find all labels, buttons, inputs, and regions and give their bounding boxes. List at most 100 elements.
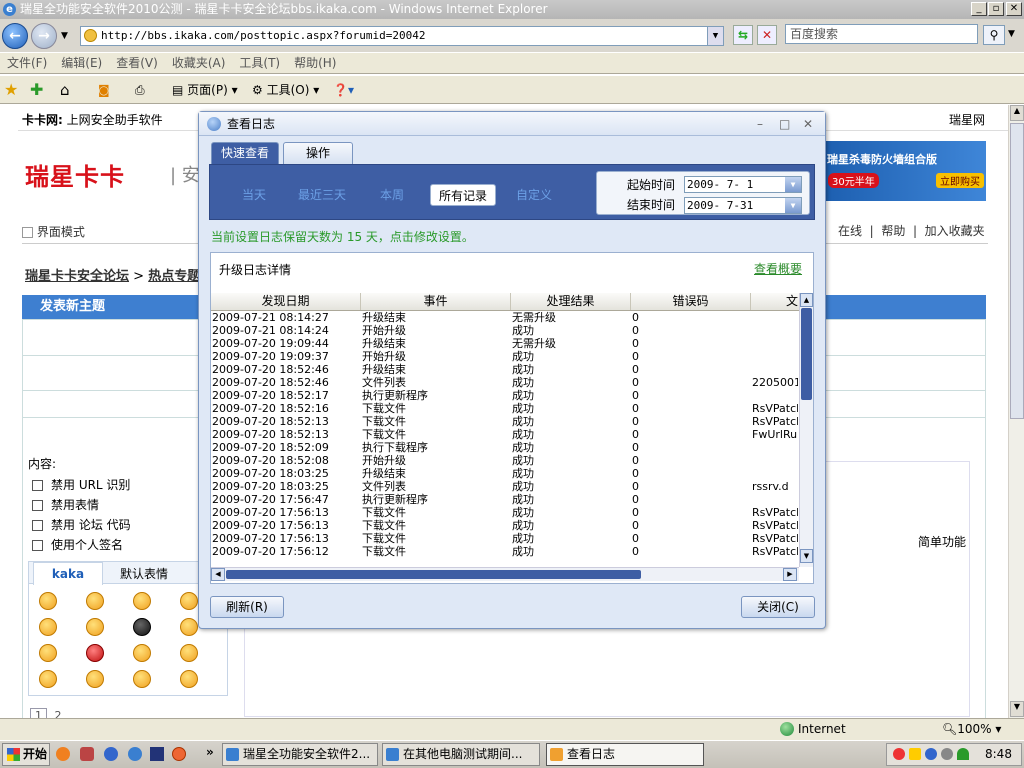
option-disable-code[interactable]: 禁用 论坛 代码 <box>32 515 131 535</box>
emoji-icon[interactable] <box>180 670 198 688</box>
dialog-minimize-icon[interactable]: – <box>757 112 763 136</box>
forward-button[interactable]: → <box>31 23 57 49</box>
site-logo[interactable]: 瑞星卡卡 <box>25 157 125 192</box>
emoji-icon[interactable] <box>39 670 57 688</box>
quicklaunch-icon[interactable] <box>104 747 118 761</box>
start-date-picker[interactable]: 2009- 7- 1 ▼ <box>684 176 802 193</box>
chevron-down-icon[interactable]: ▼ <box>785 198 801 213</box>
table-row[interactable]: 2009-07-20 18:52:46 升级结束 成功 0 <box>211 363 799 376</box>
tray-icon[interactable] <box>941 748 953 760</box>
emoji-icon[interactable] <box>86 618 104 636</box>
col-result[interactable]: 处理结果 <box>511 293 631 310</box>
restore-button[interactable]: ▫ <box>988 2 1004 16</box>
col-error-code[interactable]: 错误码 <box>631 293 751 310</box>
scroll-right-icon[interactable]: ▶ <box>783 568 797 581</box>
dialog-maximize-icon[interactable]: □ <box>779 112 790 136</box>
nav-add-favorite[interactable]: 加入收藏夹 <box>925 224 985 238</box>
table-row[interactable]: 2009-07-21 08:14:24 开始升级 成功 0 <box>211 324 799 337</box>
emoji-icon[interactable] <box>86 592 104 610</box>
table-row[interactable]: 2009-07-20 18:52:46 文件列表 成功 0 22050018 <box>211 376 799 389</box>
scroll-down-icon[interactable]: ▼ <box>1010 701 1024 717</box>
task-ie-test[interactable]: 在其他电脑测试期间... <box>382 743 540 766</box>
scroll-thumb[interactable] <box>1010 123 1024 419</box>
home-icon[interactable]: ⌂ <box>60 80 70 100</box>
table-row[interactable]: 2009-07-20 17:56:47 执行更新程序 成功 0 <box>211 493 799 506</box>
table-row[interactable]: 2009-07-20 18:52:09 执行下载程序 成功 0 <box>211 441 799 454</box>
emoji-icon[interactable] <box>86 644 104 662</box>
security-zone[interactable]: Internet <box>798 722 846 736</box>
tray-icon[interactable] <box>893 748 905 760</box>
quicklaunch-icon[interactable] <box>172 747 186 761</box>
quicklaunch-icon[interactable] <box>150 747 164 761</box>
breadcrumb-forum[interactable]: 瑞星卡卡安全论坛 <box>25 269 129 284</box>
print-icon[interactable]: ⎙ <box>135 80 145 100</box>
dialog-close-icon[interactable]: ✕ <box>803 112 813 136</box>
filter-last-3-days[interactable]: 最近三天 <box>290 184 354 206</box>
col-file[interactable]: 文 <box>751 293 801 310</box>
filter-custom[interactable]: 自定义 <box>508 184 560 206</box>
table-row[interactable]: 2009-07-20 18:52:13 下载文件 成功 0 RsVPatcl <box>211 415 799 428</box>
quicklaunch-icon[interactable] <box>56 747 70 761</box>
table-row[interactable]: 2009-07-20 18:52:13 下载文件 成功 0 FwUrlRu <box>211 428 799 441</box>
table-scroll-thumb[interactable] <box>801 308 812 400</box>
emoji-icon[interactable] <box>133 670 151 688</box>
interface-mode[interactable]: 界面模式 <box>22 223 85 240</box>
table-row[interactable]: 2009-07-20 17:56:13 下载文件 成功 0 RsVPatcl <box>211 532 799 545</box>
table-row[interactable]: 2009-07-20 18:52:16 下载文件 成功 0 RsVPatcl <box>211 402 799 415</box>
search-options-icon[interactable]: ▼ <box>1008 29 1015 39</box>
quicklaunch-icon[interactable] <box>80 747 94 761</box>
table-row[interactable]: 2009-07-20 19:09:37 开始升级 成功 0 <box>211 350 799 363</box>
view-summary-link[interactable]: 查看概要 <box>754 260 802 277</box>
tools-menu[interactable]: ⚙ 工具(O) ▾ <box>252 80 319 100</box>
tab-operations[interactable]: 操作 <box>283 142 353 164</box>
page-1[interactable]: 1 <box>30 708 47 718</box>
task-view-log[interactable]: 查看日志 <box>546 743 704 766</box>
menu-edit[interactable]: 编辑(E) <box>54 53 109 73</box>
nav-online[interactable]: 在线 <box>838 224 862 238</box>
table-horizontal-scrollbar[interactable]: ◀ ▶ <box>211 567 799 581</box>
close-window-button[interactable]: ✕ <box>1006 2 1022 16</box>
emoji-icon[interactable] <box>180 618 198 636</box>
table-row[interactable]: 2009-07-20 18:52:08 开始升级 成功 0 <box>211 454 799 467</box>
table-row[interactable]: 2009-07-20 17:56:13 下载文件 成功 0 RsVPatcl <box>211 506 799 519</box>
filter-all-records[interactable]: 所有记录 <box>430 184 497 206</box>
table-row[interactable]: 2009-07-20 19:09:44 升级结束 无需升级 0 <box>211 337 799 350</box>
mode-checkbox[interactable] <box>22 227 33 238</box>
page-scrollbar[interactable]: ▲ ▼ <box>1008 105 1024 718</box>
scroll-left-icon[interactable]: ◀ <box>211 568 225 581</box>
stop-icon[interactable]: ✕ <box>757 25 777 45</box>
menu-file[interactable]: 文件(F) <box>0 53 54 73</box>
table-row[interactable]: 2009-07-20 17:56:12 下载文件 成功 0 RsVPatcl <box>211 545 799 558</box>
zoom-control[interactable]: 🔍︎100% ▾ <box>942 722 1001 736</box>
history-dropdown-icon[interactable]: ▼ <box>61 31 68 41</box>
menu-favorites[interactable]: 收藏夹(A) <box>165 53 233 73</box>
menu-view[interactable]: 查看(V) <box>109 53 165 73</box>
feeds-icon[interactable]: ◙ <box>98 80 110 100</box>
emoji-icon[interactable] <box>86 670 104 688</box>
emoji-icon[interactable] <box>180 644 198 662</box>
table-row[interactable]: 2009-07-20 17:56:13 下载文件 成功 0 RsVPatcl <box>211 519 799 532</box>
back-button[interactable]: ← <box>2 23 28 49</box>
emoji-icon[interactable] <box>39 592 57 610</box>
quicklaunch-ie-icon[interactable] <box>128 747 142 761</box>
table-row[interactable]: 2009-07-20 18:03:25 升级结束 成功 0 <box>211 467 799 480</box>
help-icon[interactable]: ❓▾ <box>333 80 354 100</box>
col-event[interactable]: 事件 <box>361 293 511 310</box>
scroll-up-icon[interactable]: ▲ <box>1010 105 1024 121</box>
ad-buy-button[interactable]: 立即购买 <box>936 173 984 188</box>
simple-mode-link[interactable]: 简单功能 <box>918 533 966 550</box>
emoji-icon[interactable] <box>180 592 198 610</box>
col-date[interactable]: 发现日期 <box>211 293 361 310</box>
task-ie-forum[interactable]: 瑞星全功能安全软件2... <box>222 743 378 766</box>
breadcrumb-topic[interactable]: 热点专题 <box>148 269 200 284</box>
scroll-down-icon[interactable]: ▼ <box>800 549 813 563</box>
filter-this-week[interactable]: 本周 <box>372 184 412 206</box>
emoji-icon[interactable] <box>39 644 57 662</box>
close-button[interactable]: 关闭(C) <box>741 596 815 618</box>
emoji-icon[interactable] <box>39 618 57 636</box>
quicklaunch-expand-icon[interactable]: » <box>206 745 214 759</box>
search-icon[interactable]: ⚲ <box>983 25 1005 45</box>
emoji-tab-kaka[interactable]: kaka <box>33 562 103 585</box>
page-menu[interactable]: ▤ 页面(P) ▾ <box>172 80 238 100</box>
option-disable-url[interactable]: 禁用 URL 识别 <box>32 475 131 495</box>
